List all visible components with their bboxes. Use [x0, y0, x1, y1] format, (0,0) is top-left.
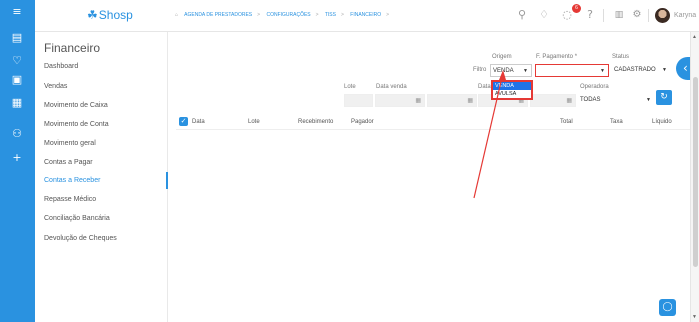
- scroll-down-icon[interactable]: ▼: [692, 314, 697, 320]
- annotation-arrow: [473, 70, 506, 199]
- chat-button[interactable]: ◯: [659, 299, 676, 316]
- scrollbar-thumb[interactable]: [693, 77, 698, 267]
- scroll-up-icon[interactable]: ▲: [692, 34, 697, 40]
- scrollbar[interactable]: ▲ ▼: [690, 32, 699, 322]
